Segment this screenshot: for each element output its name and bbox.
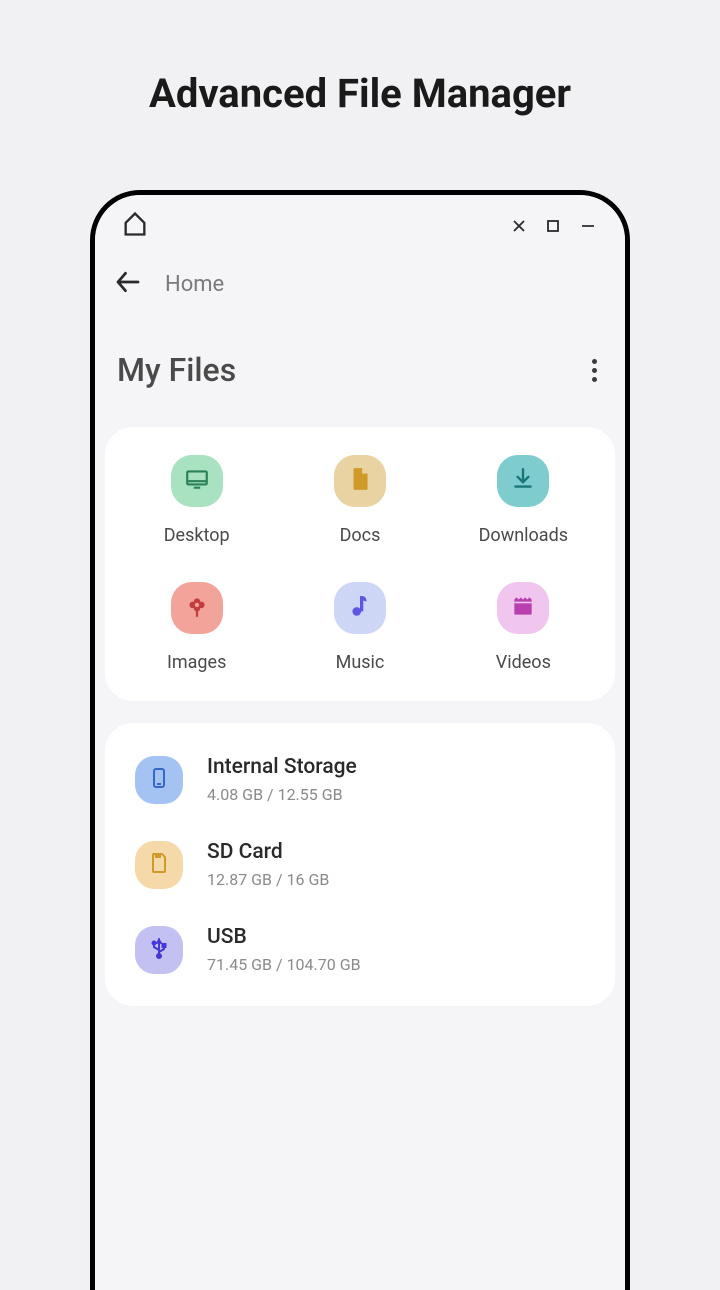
breadcrumb[interactable]: Home: [165, 272, 224, 297]
categories-card: Desktop Docs Downl: [105, 427, 615, 701]
storage-title: SD Card: [207, 840, 329, 864]
download-icon: [510, 466, 536, 496]
desktop-icon: [184, 466, 210, 496]
category-videos[interactable]: Videos: [442, 582, 605, 673]
storage-title: Internal Storage: [207, 755, 357, 779]
storage-sdcard[interactable]: SD Card 12.87 GB / 16 GB: [105, 822, 615, 907]
category-label: Downloads: [479, 525, 568, 546]
back-icon[interactable]: [113, 267, 143, 301]
maximize-icon[interactable]: [547, 220, 559, 232]
home-outline-icon: [115, 210, 149, 242]
usb-icon: [147, 936, 171, 964]
category-label: Music: [336, 652, 385, 673]
category-desktop[interactable]: Desktop: [115, 455, 278, 546]
category-music[interactable]: Music: [278, 582, 441, 673]
minimize-icon[interactable]: [581, 220, 595, 232]
nav-row: Home: [95, 245, 625, 311]
storage-sub: 71.45 GB / 104.70 GB: [207, 955, 361, 974]
close-icon[interactable]: [513, 220, 525, 232]
storage-sub: 12.87 GB / 16 GB: [207, 870, 329, 889]
phone-icon: [147, 766, 171, 794]
storage-sub: 4.08 GB / 12.55 GB: [207, 785, 357, 804]
sdcard-icon: [147, 851, 171, 879]
category-docs[interactable]: Docs: [278, 455, 441, 546]
page-title: Advanced File Manager: [0, 0, 720, 117]
phone-frame: Home My Files Desktop: [90, 190, 630, 1290]
storage-usb[interactable]: USB 71.45 GB / 104.70 GB: [105, 907, 615, 992]
document-icon: [347, 466, 373, 496]
storage-card: Internal Storage 4.08 GB / 12.55 GB SD C…: [105, 723, 615, 1006]
section-title: My Files: [117, 351, 236, 389]
category-downloads[interactable]: Downloads: [442, 455, 605, 546]
storage-title: USB: [207, 925, 361, 949]
flower-icon: [184, 593, 210, 623]
status-bar: [95, 195, 625, 245]
category-label: Docs: [340, 525, 381, 546]
video-icon: [510, 593, 536, 623]
category-label: Videos: [496, 652, 551, 673]
category-images[interactable]: Images: [115, 582, 278, 673]
category-label: Desktop: [164, 525, 230, 546]
storage-internal[interactable]: Internal Storage 4.08 GB / 12.55 GB: [105, 737, 615, 822]
category-label: Images: [167, 652, 226, 673]
more-icon[interactable]: [586, 353, 603, 388]
music-icon: [347, 593, 373, 623]
